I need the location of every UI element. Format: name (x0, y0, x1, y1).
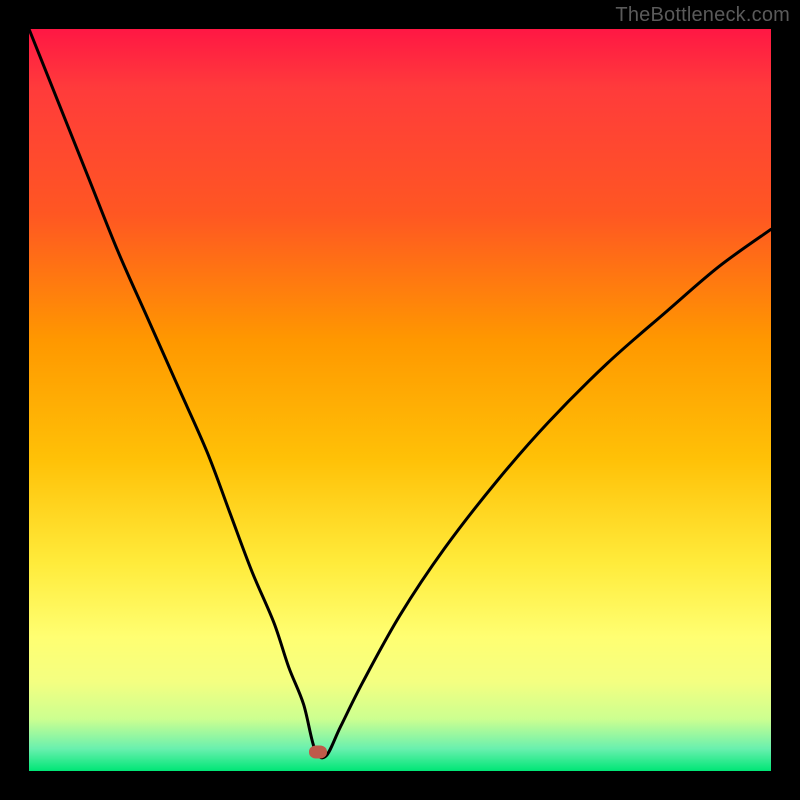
attribution-text: TheBottleneck.com (615, 4, 790, 27)
optimum-marker (309, 746, 327, 759)
chart-curve-layer (29, 29, 771, 771)
chart-plot-area (29, 29, 771, 771)
bottleneck-curve (29, 29, 771, 758)
